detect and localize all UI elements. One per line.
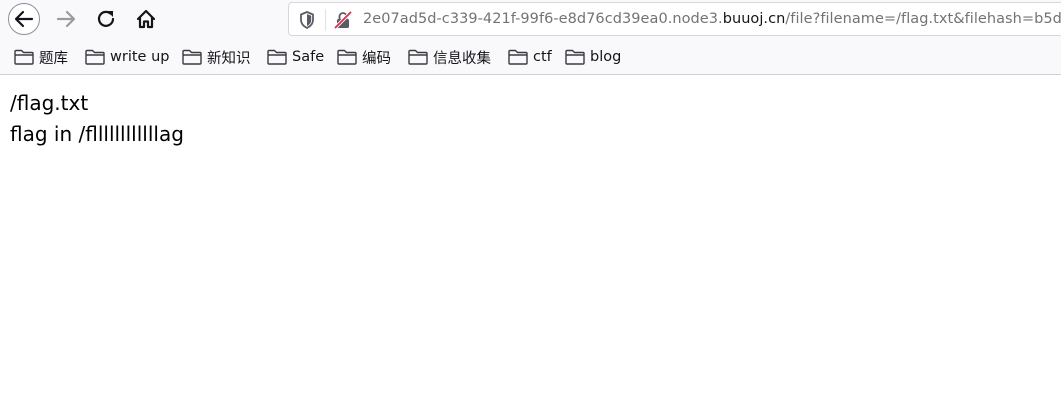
bookmark-folder-safe[interactable]: Safe [267,47,324,67]
bookmark-label: 新知识 [207,50,251,67]
arrow-right-icon [56,10,76,28]
folder-icon [267,49,287,65]
url-bar[interactable]: 2e07ad5d-c339-421f-99f6-e8d76cd39ea0.nod… [288,2,1061,36]
reload-button[interactable] [90,3,122,35]
home-icon [136,9,156,29]
bookmark-folder-write-up[interactable]: write up [85,47,169,67]
page-content: /flag.txt flag in /fllllllllllllag [10,88,184,150]
url-host: buuoj.cn [722,11,786,27]
content-line-flag-hint: flag in /fllllllllllllag [10,122,184,146]
bookmark-label: ctf [533,49,552,65]
bookmark-label: blog [590,49,622,65]
folder-icon [182,49,202,65]
bookmark-folder-info-gathering[interactable]: 信息收集 [408,47,491,67]
forward-button[interactable] [50,3,82,35]
bookmark-folder-ctf[interactable]: ctf [508,47,552,67]
url-prefix: 2e07ad5d-c339-421f-99f6-e8d76cd39ea0.nod… [363,11,723,27]
bookmark-label: Safe [292,49,325,65]
home-button[interactable] [130,3,162,35]
url-path: /file?filename=/flag.txt&filehash=b5d04a… [785,11,1061,27]
bookmark-folder-tiku[interactable]: 题库 [14,47,68,67]
reload-icon [97,10,115,27]
insecure-lock-icon[interactable] [333,10,353,30]
bookmark-folder-encoding[interactable]: 编码 [337,47,391,67]
folder-icon [337,49,357,65]
folder-icon [408,49,428,65]
bookmark-label: 题库 [39,50,68,67]
folder-icon [14,49,34,65]
bookmark-folder-blog[interactable]: blog [565,47,621,67]
bookmarks-toolbar: 题库 write up 新知识 Safe 编码 信息收集 ctf blog [0,38,1061,75]
shield-icon[interactable] [297,10,317,30]
bookmark-folder-new-knowledge[interactable]: 新知识 [182,47,251,67]
url-text[interactable]: 2e07ad5d-c339-421f-99f6-e8d76cd39ea0.nod… [363,11,1061,27]
arrow-left-icon [14,10,34,28]
back-button[interactable] [8,3,40,35]
content-line-filename: /flag.txt [10,91,89,115]
browser-toolbar: 2e07ad5d-c339-421f-99f6-e8d76cd39ea0.nod… [0,0,1061,38]
bookmark-label: 信息收集 [433,50,491,67]
bookmark-label: write up [110,49,170,65]
url-separator [325,9,326,31]
folder-icon [565,49,585,65]
bookmark-label: 编码 [362,50,391,67]
folder-icon [85,49,105,65]
folder-icon [508,49,528,65]
